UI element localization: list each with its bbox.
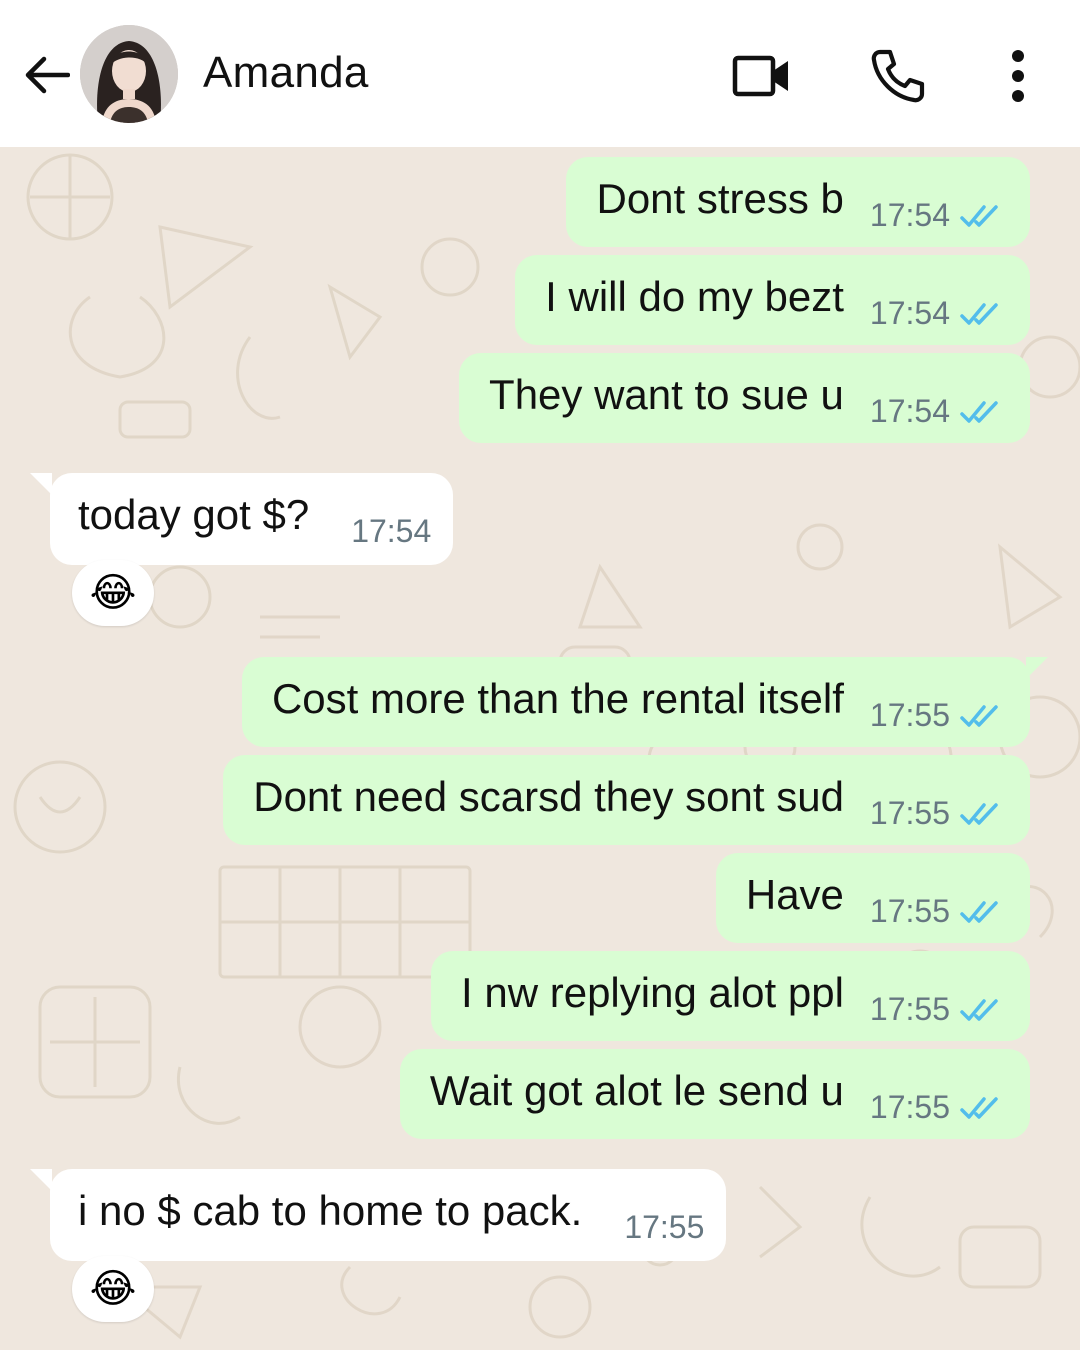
message-bubble-incoming[interactable]: today got $? 17:54 bbox=[29, 473, 454, 565]
message-text: They want to sue u bbox=[489, 371, 844, 418]
voice-call-button[interactable] bbox=[866, 44, 930, 108]
message-bubble-outgoing[interactable]: Dont need scarsd they sont sud 17:55 bbox=[223, 755, 1030, 845]
video-call-button[interactable] bbox=[730, 44, 794, 108]
message-text: I will do my bezt bbox=[545, 273, 844, 320]
message-meta: 17:54 bbox=[351, 513, 431, 550]
message-meta: 17:55 bbox=[870, 697, 1004, 734]
reaction-badge[interactable]: 😂 bbox=[72, 560, 154, 626]
message-meta: 17:55 bbox=[870, 893, 1004, 930]
message-meta: 17:55 bbox=[870, 991, 1004, 1028]
message-time: 17:54 bbox=[869, 197, 950, 233]
more-vertical-icon bbox=[1012, 50, 1024, 102]
message-text: Dont stress b bbox=[596, 175, 844, 222]
message-bubble-outgoing[interactable]: I nw replying alot ppl 17:55 bbox=[431, 951, 1030, 1041]
double-check-read-icon bbox=[960, 900, 998, 923]
message-bubble-incoming[interactable]: i no $ cab to home to pack. 17:55 bbox=[29, 1169, 727, 1261]
message-text: Have bbox=[745, 871, 844, 918]
message-time: 17:55 bbox=[624, 1209, 705, 1245]
double-check-read-icon bbox=[960, 302, 998, 325]
chat-header: Amanda bbox=[0, 0, 1080, 147]
message-bubble-outgoing[interactable]: Cost more than the rental itself 17:55 bbox=[241, 657, 1049, 747]
avatar[interactable] bbox=[80, 25, 178, 123]
double-check-read-icon bbox=[960, 1096, 998, 1119]
message-meta: 17:54 bbox=[870, 393, 1004, 430]
message-text: Dont need scarsd they sont sud bbox=[253, 773, 844, 820]
avatar-image bbox=[80, 25, 178, 123]
double-check-read-icon bbox=[960, 204, 998, 227]
chat-area[interactable]: Dont stress b 17:54 I will do my bezt 17… bbox=[0, 147, 1080, 1350]
message-bubble-outgoing[interactable]: Dont stress b 17:54 bbox=[566, 157, 1030, 247]
message-time: 17:54 bbox=[351, 513, 432, 549]
arrow-left-icon bbox=[25, 56, 70, 94]
message-text: Cost more than the rental itself bbox=[271, 675, 844, 722]
more-options-button[interactable] bbox=[986, 44, 1050, 108]
message-bubble-outgoing[interactable]: They want to sue u 17:54 bbox=[459, 353, 1030, 443]
message-meta: 17:54 bbox=[870, 295, 1004, 332]
message-time: 17:55 bbox=[869, 795, 950, 831]
message-meta: 17:55 bbox=[624, 1209, 704, 1246]
message-time: 17:54 bbox=[869, 295, 950, 331]
double-check-read-icon bbox=[960, 998, 998, 1021]
phone-icon bbox=[871, 49, 925, 103]
message-time: 17:54 bbox=[869, 393, 950, 429]
message-time: 17:55 bbox=[869, 893, 950, 929]
contact-name[interactable]: Amanda bbox=[203, 48, 369, 98]
back-button[interactable] bbox=[22, 50, 72, 100]
double-check-read-icon bbox=[960, 400, 998, 423]
message-time: 17:55 bbox=[869, 991, 950, 1027]
message-meta: 17:54 bbox=[870, 197, 1004, 234]
message-bubble-outgoing[interactable]: Wait got alot le send u 17:55 bbox=[399, 1049, 1030, 1139]
double-check-read-icon bbox=[960, 704, 998, 727]
message-text: today got $? bbox=[78, 491, 310, 538]
message-time: 17:55 bbox=[869, 1089, 950, 1125]
message-text: Wait got alot le send u bbox=[429, 1067, 844, 1114]
message-bubble-outgoing[interactable]: I will do my bezt 17:54 bbox=[515, 255, 1030, 345]
message-meta: 17:55 bbox=[870, 795, 1004, 832]
message-time: 17:55 bbox=[869, 697, 950, 733]
message-text: i no $ cab to home to pack. bbox=[78, 1187, 583, 1234]
reaction-badge[interactable]: 😂 bbox=[72, 1256, 154, 1322]
message-meta: 17:55 bbox=[870, 1089, 1004, 1126]
double-check-read-icon bbox=[960, 802, 998, 825]
video-camera-icon bbox=[732, 55, 788, 97]
message-text: I nw replying alot ppl bbox=[461, 969, 844, 1016]
message-bubble-outgoing[interactable]: Have 17:55 bbox=[715, 853, 1030, 943]
